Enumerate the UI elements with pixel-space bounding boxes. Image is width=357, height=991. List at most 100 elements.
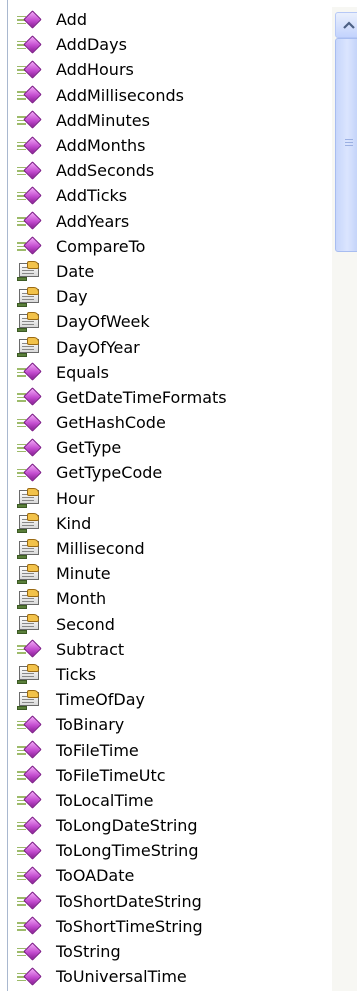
list-item[interactable]: TimeOfDay (8, 687, 326, 712)
list-item-label: Minute (56, 564, 111, 584)
vertical-scrollbar[interactable] (332, 7, 357, 991)
method-icon (17, 110, 42, 130)
property-icon (17, 563, 41, 584)
list-item[interactable]: ToShortTimeString (8, 914, 326, 939)
list-item[interactable]: GetHashCode (8, 410, 326, 435)
list-item[interactable]: Kind (8, 511, 326, 536)
property-icon (17, 261, 41, 282)
list-item[interactable]: AddSeconds (8, 158, 326, 183)
list-item[interactable]: ToLongTimeString (8, 838, 326, 863)
list-item[interactable]: Date (8, 259, 326, 284)
method-icon (17, 866, 42, 886)
list-item-label: Subtract (56, 639, 125, 659)
list-item-label: AddMilliseconds (56, 85, 184, 105)
scroll-up-button[interactable] (335, 12, 357, 38)
method-icon (17, 967, 42, 987)
method-icon (17, 161, 42, 181)
list-item[interactable]: ToLocalTime (8, 788, 326, 813)
method-icon (17, 639, 42, 659)
list-item[interactable]: GetType (8, 435, 326, 460)
list-item[interactable]: Millisecond (8, 536, 326, 561)
method-icon (17, 790, 42, 810)
method-icon (17, 891, 42, 911)
list-item[interactable]: GetTypeCode (8, 460, 326, 485)
method-icon (17, 438, 42, 458)
list-item-label: AddTicks (56, 186, 128, 206)
list-item-label: AddSeconds (56, 161, 155, 181)
list-item-label: ToOADate (56, 866, 135, 886)
list-item-label: TimeOfDay (56, 690, 145, 710)
list-item[interactable]: ToLongDateString (8, 813, 326, 838)
list-item-label: ToString (56, 942, 121, 962)
list-item-label: CompareTo (56, 236, 146, 256)
list-item-label: AddHours (56, 60, 134, 80)
property-icon (17, 488, 41, 509)
list-item[interactable]: AddTicks (8, 183, 326, 208)
list-item-label: Ticks (56, 664, 97, 684)
list-item[interactable]: AddMilliseconds (8, 83, 326, 108)
scroll-thumb[interactable] (335, 38, 357, 252)
list-item[interactable]: Minute (8, 561, 326, 586)
list-item[interactable]: Day (8, 284, 326, 309)
list-item-label: Millisecond (56, 539, 145, 559)
list-item-label: GetType (56, 438, 122, 458)
method-icon (17, 186, 42, 206)
list-item[interactable]: Equals (8, 360, 326, 385)
list-item[interactable]: AddMonths (8, 133, 326, 158)
method-icon (17, 35, 42, 55)
method-icon (17, 85, 42, 105)
method-icon (17, 916, 42, 936)
property-icon (17, 614, 41, 635)
list-item[interactable]: Second (8, 612, 326, 637)
member-items: Add AddDays AddHours AddMilliseconds AddMinu… (8, 7, 326, 989)
property-icon (17, 689, 41, 710)
list-item-label: AddDays (56, 35, 127, 55)
list-item[interactable]: DayOfWeek (8, 309, 326, 334)
intellisense-member-list[interactable]: Add AddDays AddHours AddMilliseconds AddMinu… (7, 0, 357, 991)
list-item-label: ToFileTimeUtc (56, 765, 166, 785)
chevron-up-icon (342, 21, 355, 29)
property-icon (17, 664, 41, 685)
method-icon (17, 362, 42, 382)
list-item[interactable]: Add (8, 7, 326, 32)
list-item[interactable]: ToUniversalTime (8, 964, 326, 989)
list-item[interactable]: DayOfYear (8, 334, 326, 359)
list-item[interactable]: GetDateTimeFormats (8, 385, 326, 410)
list-item-label: Date (56, 261, 95, 281)
list-item[interactable]: Hour (8, 486, 326, 511)
method-icon (17, 211, 42, 231)
list-item-label: Equals (56, 362, 109, 382)
list-item[interactable]: ToBinary (8, 712, 326, 737)
list-item-label: AddMinutes (56, 110, 150, 130)
list-item[interactable]: CompareTo (8, 234, 326, 259)
list-item-label: ToShortTimeString (56, 916, 203, 936)
list-item[interactable]: ToFileTime (8, 737, 326, 762)
list-item-label: Add (56, 10, 87, 30)
list-item-label: ToUniversalTime (56, 967, 187, 987)
list-item[interactable]: AddMinutes (8, 108, 326, 133)
list-item[interactable]: AddDays (8, 32, 326, 57)
list-item-label: ToFileTime (56, 740, 139, 760)
list-item[interactable]: Ticks (8, 662, 326, 687)
method-icon (17, 740, 42, 760)
list-item[interactable]: Month (8, 586, 326, 611)
property-icon (17, 588, 41, 609)
list-item-label: ToLongTimeString (56, 841, 199, 861)
list-item-label: Day (56, 287, 88, 307)
list-item[interactable]: AddHours (8, 57, 326, 82)
method-icon (17, 412, 42, 433)
property-icon (17, 538, 41, 559)
grip-icon (345, 139, 353, 147)
list-item[interactable]: ToFileTimeUtc (8, 763, 326, 788)
list-item[interactable]: Subtract (8, 637, 326, 662)
property-icon (17, 286, 41, 307)
list-item-label: AddYears (56, 211, 130, 231)
list-item[interactable]: ToString (8, 939, 326, 964)
list-item[interactable]: AddYears (8, 209, 326, 234)
method-icon (17, 9, 42, 30)
list-item[interactable]: ToShortDateString (8, 889, 326, 914)
list-item-label: Second (56, 614, 115, 634)
list-item[interactable]: ToOADate (8, 863, 326, 888)
method-icon (17, 815, 42, 836)
method-icon (17, 463, 42, 483)
